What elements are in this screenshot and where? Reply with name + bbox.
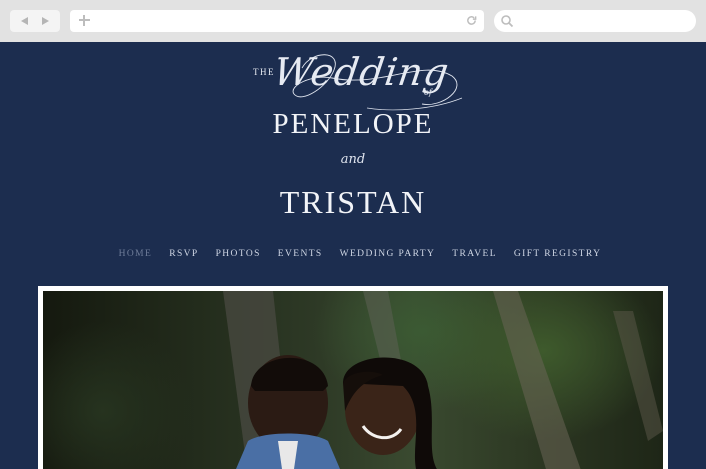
logo-of: of (424, 88, 432, 97)
logo-and: and (340, 152, 366, 167)
couple-photo (43, 291, 663, 469)
menu-item-wedding-party[interactable]: WEDDING PARTY (340, 249, 436, 259)
logo-name-penelope: PENELOPE (272, 108, 434, 140)
menu-item-photos[interactable]: PHOTOS (216, 249, 261, 259)
couple-illustration (223, 291, 663, 469)
menu-item-home[interactable]: HOME (119, 249, 153, 259)
back-arrow-icon[interactable] (21, 17, 28, 25)
menu-item-gift-registry[interactable]: GIFT REGISTRY (514, 249, 601, 259)
menu-item-travel[interactable]: TRAVEL (452, 249, 497, 259)
menu-item-events[interactable]: EVENTS (278, 249, 323, 259)
url-bar[interactable] (70, 10, 484, 32)
browser-chrome (0, 0, 706, 42)
browser-nav-buttons (10, 10, 60, 32)
reload-icon[interactable] (466, 15, 477, 26)
logo-name-tristan: TRISTAN (279, 184, 427, 220)
wedding-site: THE Wedding of PENELOPE and TRISTAN HOME… (0, 42, 706, 469)
search-icon (501, 15, 514, 28)
hero-photo-frame (38, 286, 668, 469)
main-menu: HOME RSVP PHOTOS EVENTS WEDDING PARTY TR… (0, 249, 706, 259)
logo-the: THE (253, 67, 275, 77)
menu-item-rsvp[interactable]: RSVP (169, 249, 198, 259)
forward-arrow-icon[interactable] (42, 17, 49, 25)
site-logo[interactable]: THE Wedding of PENELOPE and TRISTAN (0, 42, 706, 232)
search-bar[interactable] (494, 10, 696, 32)
plus-icon[interactable] (78, 14, 91, 27)
